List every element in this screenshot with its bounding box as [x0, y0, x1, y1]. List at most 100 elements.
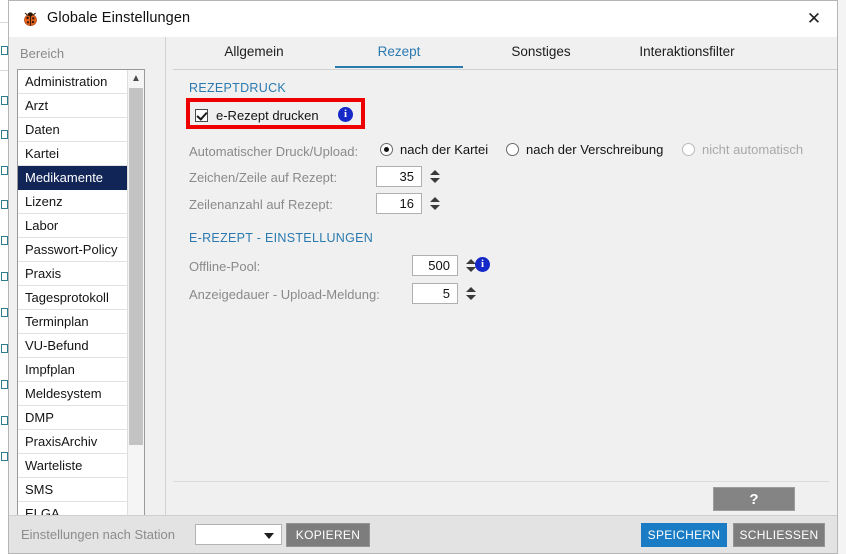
offline-pool-stepper[interactable]: 500: [412, 255, 478, 276]
tab-rezept[interactable]: Rezept: [335, 37, 463, 68]
sidebar-item[interactable]: SMS: [18, 478, 144, 502]
radio-button[interactable]: [380, 143, 393, 156]
sidebar-list[interactable]: Administration Arzt Daten Kartei Medikamente…: [17, 69, 145, 529]
close-icon: ✕: [806, 9, 822, 28]
erezept-drucken-label: e-Rezept drucken: [216, 108, 319, 123]
sidebar-item-label: VU-Befund: [25, 338, 89, 353]
sidebar-item-label: Terminplan: [25, 314, 89, 329]
chevron-up-icon[interactable]: ▲: [128, 70, 144, 87]
stepper-up-icon[interactable]: [430, 170, 440, 175]
sidebar-scrollbar[interactable]: ▲ ▼: [127, 70, 144, 528]
question-mark-icon: ?: [749, 490, 759, 508]
tab-interaktionsfilter[interactable]: Interaktionsfilter: [613, 37, 761, 68]
globale-einstellungen-dialog: Globale Einstellungen ✕ Bereich Administ…: [8, 0, 838, 554]
anzeigedauer-input[interactable]: 5: [412, 283, 458, 304]
sidebar-item[interactable]: Meldesystem: [18, 382, 144, 406]
radio-nach-der-verschreibung[interactable]: nach der Verschreibung: [506, 142, 663, 157]
tab-bar: Allgemein Rezept Sonstiges Interaktionsf…: [173, 37, 837, 70]
sidebar-item[interactable]: Labor: [18, 214, 144, 238]
sidebar-item[interactable]: Arzt: [18, 94, 144, 118]
sidebar-item[interactable]: Tagesprotokoll: [18, 286, 144, 310]
sidebar-item-label: Medikamente: [25, 170, 104, 185]
sidebar-item-label: Kartei: [25, 146, 59, 161]
sidebar-item-label: Lizenz: [25, 194, 63, 209]
sidebar-item[interactable]: Lizenz: [18, 190, 144, 214]
stepper-down-icon[interactable]: [466, 267, 476, 272]
title-bar: Globale Einstellungen ✕: [9, 1, 837, 38]
sidebar-item-label: Praxis: [25, 266, 62, 281]
sidebar-item[interactable]: Daten: [18, 118, 144, 142]
radio-button: [682, 143, 695, 156]
chevron-down-icon: [264, 533, 274, 539]
scrollbar-thumb[interactable]: [129, 88, 143, 445]
radio-label: nicht automatisch: [702, 142, 804, 157]
automatischer-druck-label: Automatischer Druck/Upload:: [189, 144, 359, 159]
kopieren-button[interactable]: KOPIEREN: [286, 523, 370, 547]
stepper-up-icon[interactable]: [430, 197, 440, 202]
radio-label: nach der Verschreibung: [526, 142, 664, 157]
anzeigedauer-stepper[interactable]: 5: [412, 283, 478, 304]
tab-label: Rezept: [377, 44, 421, 59]
sidebar-item[interactable]: Warteliste: [18, 454, 144, 478]
stepper-buttons[interactable]: [428, 166, 442, 187]
sidebar-item[interactable]: Praxis: [18, 262, 144, 286]
sidebar-item-label: Passwort-Policy: [25, 242, 118, 257]
sidebar-item[interactable]: Terminplan: [18, 310, 144, 334]
station-dropdown[interactable]: [195, 524, 282, 545]
zeilenanzahl-input[interactable]: 16: [376, 193, 422, 214]
tab-label: Allgemein: [224, 44, 284, 59]
rezeptdruck-heading: REZEPTDRUCK: [189, 81, 287, 95]
sidebar-item-label: Daten: [25, 122, 60, 137]
sidebar-item[interactable]: Passwort-Policy: [18, 238, 144, 262]
sidebar-item-label: DMP: [25, 410, 54, 425]
info-icon[interactable]: i: [338, 107, 353, 122]
tab-sonstiges[interactable]: Sonstiges: [479, 37, 603, 68]
station-label: Einstellungen nach Station: [21, 527, 175, 542]
erezept-drucken-row[interactable]: e-Rezept drucken: [195, 108, 355, 123]
radio-nach-der-kartei[interactable]: nach der Kartei: [380, 142, 488, 157]
stepper-down-icon[interactable]: [430, 178, 440, 183]
help-button[interactable]: ?: [713, 487, 795, 511]
footer-bar: Einstellungen nach Station KOPIEREN SPEI…: [9, 515, 837, 553]
radio-label: nach der Kartei: [400, 142, 489, 157]
sidebar-item[interactable]: PraxisArchiv: [18, 430, 144, 454]
sidebar-item[interactable]: Administration: [18, 70, 144, 94]
offline-pool-label: Offline-Pool:: [189, 259, 261, 274]
zeichen-zeile-stepper[interactable]: 35: [376, 166, 442, 187]
sidebar-item[interactable]: Kartei: [18, 142, 144, 166]
zeilenanzahl-label: Zeilenanzahl auf Rezept:: [189, 197, 333, 212]
tab-allgemein[interactable]: Allgemein: [189, 37, 319, 68]
schliessen-button[interactable]: SCHLIESSEN: [733, 523, 825, 547]
zeichen-zeile-label: Zeichen/Zeile auf Rezept:: [189, 170, 338, 185]
erezept-einstellungen-heading: E-REZEPT - EINSTELLUNGEN: [189, 231, 374, 245]
tab-label: Interaktionsfilter: [639, 44, 735, 59]
speichern-button[interactable]: SPEICHERN: [641, 523, 727, 547]
stepper-buttons[interactable]: [464, 283, 478, 304]
close-window-button[interactable]: ✕: [791, 1, 837, 36]
zeichen-zeile-input[interactable]: 35: [376, 166, 422, 187]
content-panel: Allgemein Rezept Sonstiges Interaktionsf…: [173, 37, 837, 553]
sidebar-item[interactable]: Medikamente: [18, 166, 144, 190]
sidebar-item-label: Administration: [25, 74, 108, 89]
offline-pool-input[interactable]: 500: [412, 255, 458, 276]
stepper-up-icon[interactable]: [466, 287, 476, 292]
stepper-buttons[interactable]: [428, 193, 442, 214]
stepper-down-icon[interactable]: [430, 205, 440, 210]
sidebar-item[interactable]: VU-Befund: [18, 334, 144, 358]
sidebar-panel: Bereich Administration Arzt Daten Kartei Med…: [9, 37, 165, 553]
help-separator: [173, 481, 829, 482]
sidebar-item[interactable]: Impfplan: [18, 358, 144, 382]
radio-button[interactable]: [506, 143, 519, 156]
zeilenanzahl-stepper[interactable]: 16: [376, 193, 442, 214]
window-title: Globale Einstellungen: [47, 10, 191, 26]
sidebar-item-label: Labor: [25, 218, 59, 233]
sidebar-item-label: SMS: [25, 482, 54, 497]
info-icon[interactable]: i: [475, 257, 490, 272]
speichern-label: SPEICHERN: [647, 528, 721, 542]
stepper-down-icon[interactable]: [466, 295, 476, 300]
sidebar-header: Bereich: [20, 46, 65, 61]
radio-nicht-automatisch: nicht automatisch: [682, 142, 803, 157]
sidebar-item-label: Tagesprotokoll: [25, 290, 109, 305]
erezept-drucken-checkbox[interactable]: [195, 109, 208, 122]
sidebar-item[interactable]: DMP: [18, 406, 144, 430]
